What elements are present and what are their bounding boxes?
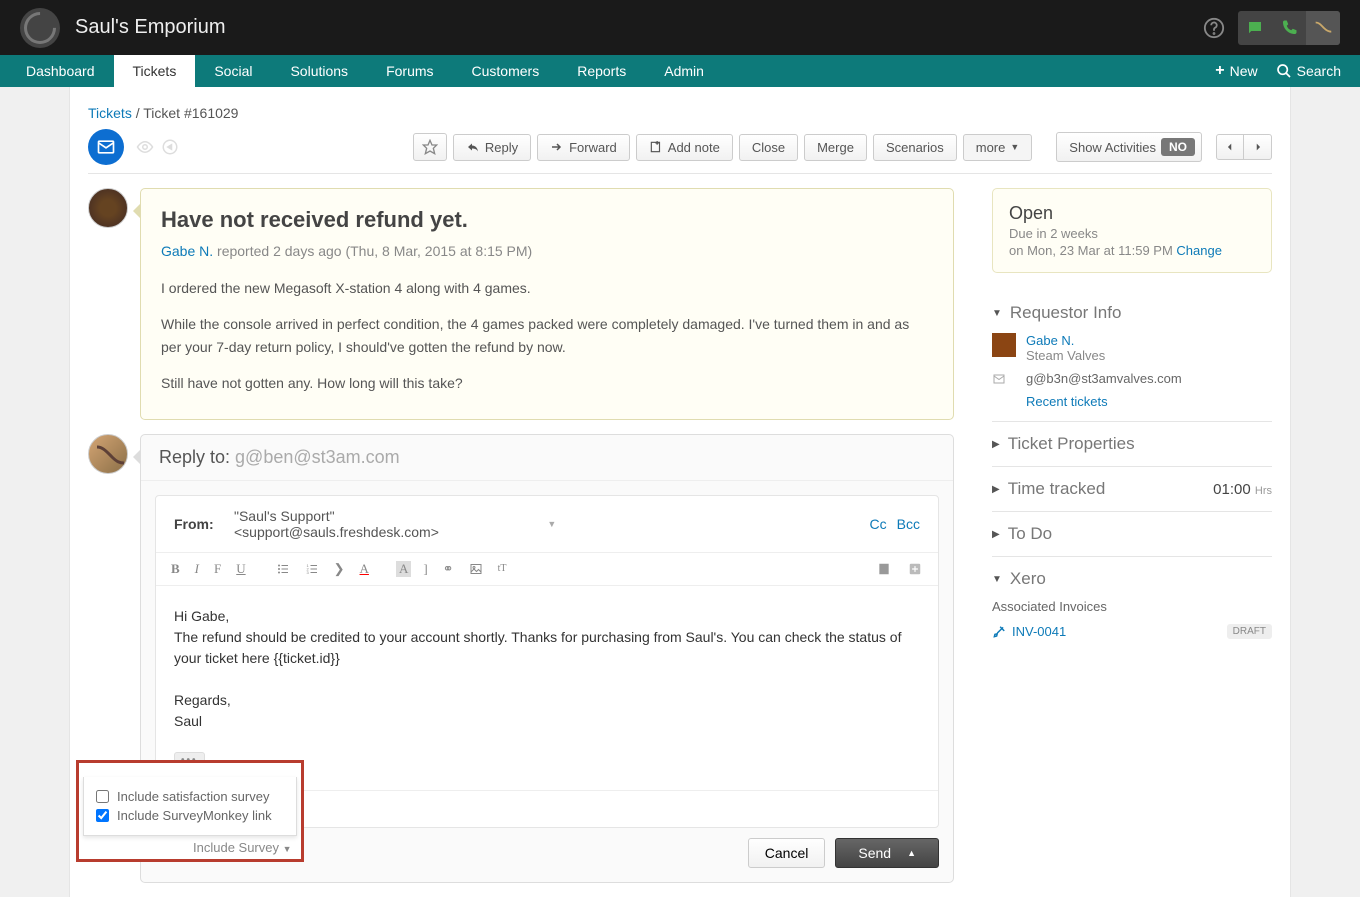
indent-button[interactable]: ❯: [331, 559, 348, 579]
breadcrumb-current: Ticket #161029: [143, 105, 238, 121]
nav-solutions[interactable]: Solutions: [271, 55, 367, 87]
solutions-button[interactable]: [904, 560, 926, 578]
nav-social[interactable]: Social: [195, 55, 271, 87]
agent-avatar: [88, 434, 128, 474]
editor-toolbar: B I F U 123 ❯: [156, 553, 938, 586]
forward-button[interactable]: Forward: [537, 134, 630, 161]
status-panel: Open Due in 2 weeks on Mon, 23 Mar at 11…: [992, 188, 1272, 273]
include-surveymonkey-label: Include SurveyMonkey link: [117, 808, 272, 823]
include-survey-dropdown[interactable]: Include Survey ▼: [83, 836, 297, 855]
from-label: From:: [174, 516, 234, 532]
draft-badge: DRAFT: [1227, 624, 1272, 639]
navbar: Dashboard Tickets Social Solutions Forum…: [0, 55, 1360, 87]
cc-link[interactable]: Cc: [870, 516, 887, 532]
requestor-email: g@b3n@st3amvalves.com: [1026, 371, 1182, 386]
from-value[interactable]: "Saul's Support" <support@sauls.freshdes…: [234, 508, 537, 540]
highlight-button[interactable]: A: [396, 561, 411, 577]
add-note-button[interactable]: Add note: [636, 134, 733, 161]
cancel-button[interactable]: Cancel: [748, 838, 826, 868]
help-icon[interactable]: [1198, 12, 1230, 44]
link-button[interactable]: ⚭: [440, 559, 457, 579]
align-button[interactable]: ]: [420, 559, 430, 579]
canned-response-button[interactable]: [873, 560, 895, 578]
breadcrumb-root[interactable]: Tickets: [88, 105, 132, 121]
underline-button[interactable]: U: [233, 559, 248, 579]
italic-button[interactable]: I: [192, 559, 202, 579]
nav-customers[interactable]: Customers: [453, 55, 559, 87]
ticket-due: Due in 2 weeks: [1009, 226, 1255, 241]
phone-icon[interactable]: [1272, 11, 1306, 45]
change-due-link[interactable]: Change: [1176, 243, 1222, 258]
nav-reports[interactable]: Reports: [558, 55, 645, 87]
survey-popup: Include satisfaction survey Include Surv…: [76, 760, 304, 862]
nav-forums[interactable]: Forums: [367, 55, 452, 87]
text-color-button[interactable]: A: [357, 559, 372, 579]
merge-button[interactable]: Merge: [804, 134, 867, 161]
send-button[interactable]: Send▲: [835, 838, 939, 868]
email-icon: [992, 373, 1016, 385]
watch-icon[interactable]: [134, 138, 156, 156]
requestor-name-link[interactable]: Gabe N.: [1026, 333, 1105, 348]
requestor-company: Steam Valves: [1026, 348, 1105, 363]
ticket-message: Have not received refund yet. Gabe N. re…: [140, 188, 954, 420]
requester-avatar: [88, 188, 128, 228]
chat-icon[interactable]: [1238, 11, 1272, 45]
show-activities-button[interactable]: Show Activities NO: [1056, 132, 1202, 162]
scenarios-button[interactable]: Scenarios: [873, 134, 957, 161]
activities-no-badge: NO: [1161, 138, 1195, 156]
reply-button[interactable]: Reply: [453, 134, 531, 161]
ticket-meta: Gabe N. reported 2 days ago (Thu, 8 Mar,…: [161, 243, 933, 259]
text-size-button[interactable]: tT: [495, 561, 510, 576]
invoice-icon: [992, 625, 1006, 639]
invoice-link[interactable]: INV-0041: [1012, 624, 1066, 639]
reply-to-email: g@ben@st3am.com: [235, 447, 400, 467]
editor-body[interactable]: Hi Gabe, The refund should be credited t…: [156, 586, 938, 790]
ticket-properties-heading[interactable]: ▶ Ticket Properties: [992, 434, 1272, 454]
next-ticket-button[interactable]: [1244, 134, 1272, 160]
number-list-button[interactable]: 123: [302, 561, 322, 577]
include-satisfaction-checkbox[interactable]: [96, 790, 109, 803]
ticket-body: I ordered the new Megasoft X-station 4 a…: [161, 277, 933, 395]
time-tracked-heading[interactable]: ▶ Time tracked 01:00 Hrs: [992, 479, 1272, 499]
sidebar: Open Due in 2 weeks on Mon, 23 Mar at 11…: [992, 188, 1272, 897]
ticket-subject: Have not received refund yet.: [161, 207, 933, 233]
brand-name: Saul's Emporium: [75, 16, 226, 39]
nav-admin[interactable]: Admin: [645, 55, 723, 87]
requestor-info-heading[interactable]: ▼ Requestor Info: [992, 303, 1272, 323]
new-button[interactable]: + New: [1215, 62, 1257, 80]
ticket-status: Open: [1009, 203, 1255, 224]
image-button[interactable]: [466, 561, 486, 577]
whip-icon[interactable]: [1306, 11, 1340, 45]
include-surveymonkey-checkbox[interactable]: [96, 809, 109, 822]
font-button[interactable]: F: [211, 559, 224, 579]
topbar: Saul's Emporium: [0, 0, 1360, 55]
bold-button[interactable]: B: [168, 559, 183, 579]
recent-tickets-link[interactable]: Recent tickets: [1026, 394, 1272, 409]
nav-tickets[interactable]: Tickets: [114, 55, 196, 87]
more-dropdown[interactable]: more ▼: [963, 134, 1033, 161]
associated-invoices-label: Associated Invoices: [992, 599, 1272, 614]
bcc-link[interactable]: Bcc: [897, 516, 920, 532]
edit-icon[interactable]: [160, 138, 180, 156]
search-button[interactable]: Search: [1276, 63, 1341, 79]
from-dropdown-icon[interactable]: ▼: [547, 519, 556, 529]
prev-ticket-button[interactable]: [1216, 134, 1244, 160]
reporter-name[interactable]: Gabe N.: [161, 243, 213, 259]
todo-heading[interactable]: ▶ To Do: [992, 524, 1272, 544]
nav-dashboard[interactable]: Dashboard: [7, 55, 114, 87]
breadcrumb: Tickets / Ticket #161029: [88, 87, 1272, 121]
svg-text:3: 3: [306, 570, 309, 575]
email-channel-icon: [88, 129, 124, 165]
reply-header: Reply to: g@ben@st3am.com: [141, 435, 953, 481]
star-button[interactable]: [413, 133, 447, 161]
xero-heading[interactable]: ▼ Xero: [992, 569, 1272, 589]
include-satisfaction-label: Include satisfaction survey: [117, 789, 269, 804]
bullet-list-button[interactable]: [273, 561, 293, 577]
close-button[interactable]: Close: [739, 134, 798, 161]
requestor-avatar-small: [992, 333, 1016, 357]
app-logo[interactable]: [20, 8, 60, 48]
